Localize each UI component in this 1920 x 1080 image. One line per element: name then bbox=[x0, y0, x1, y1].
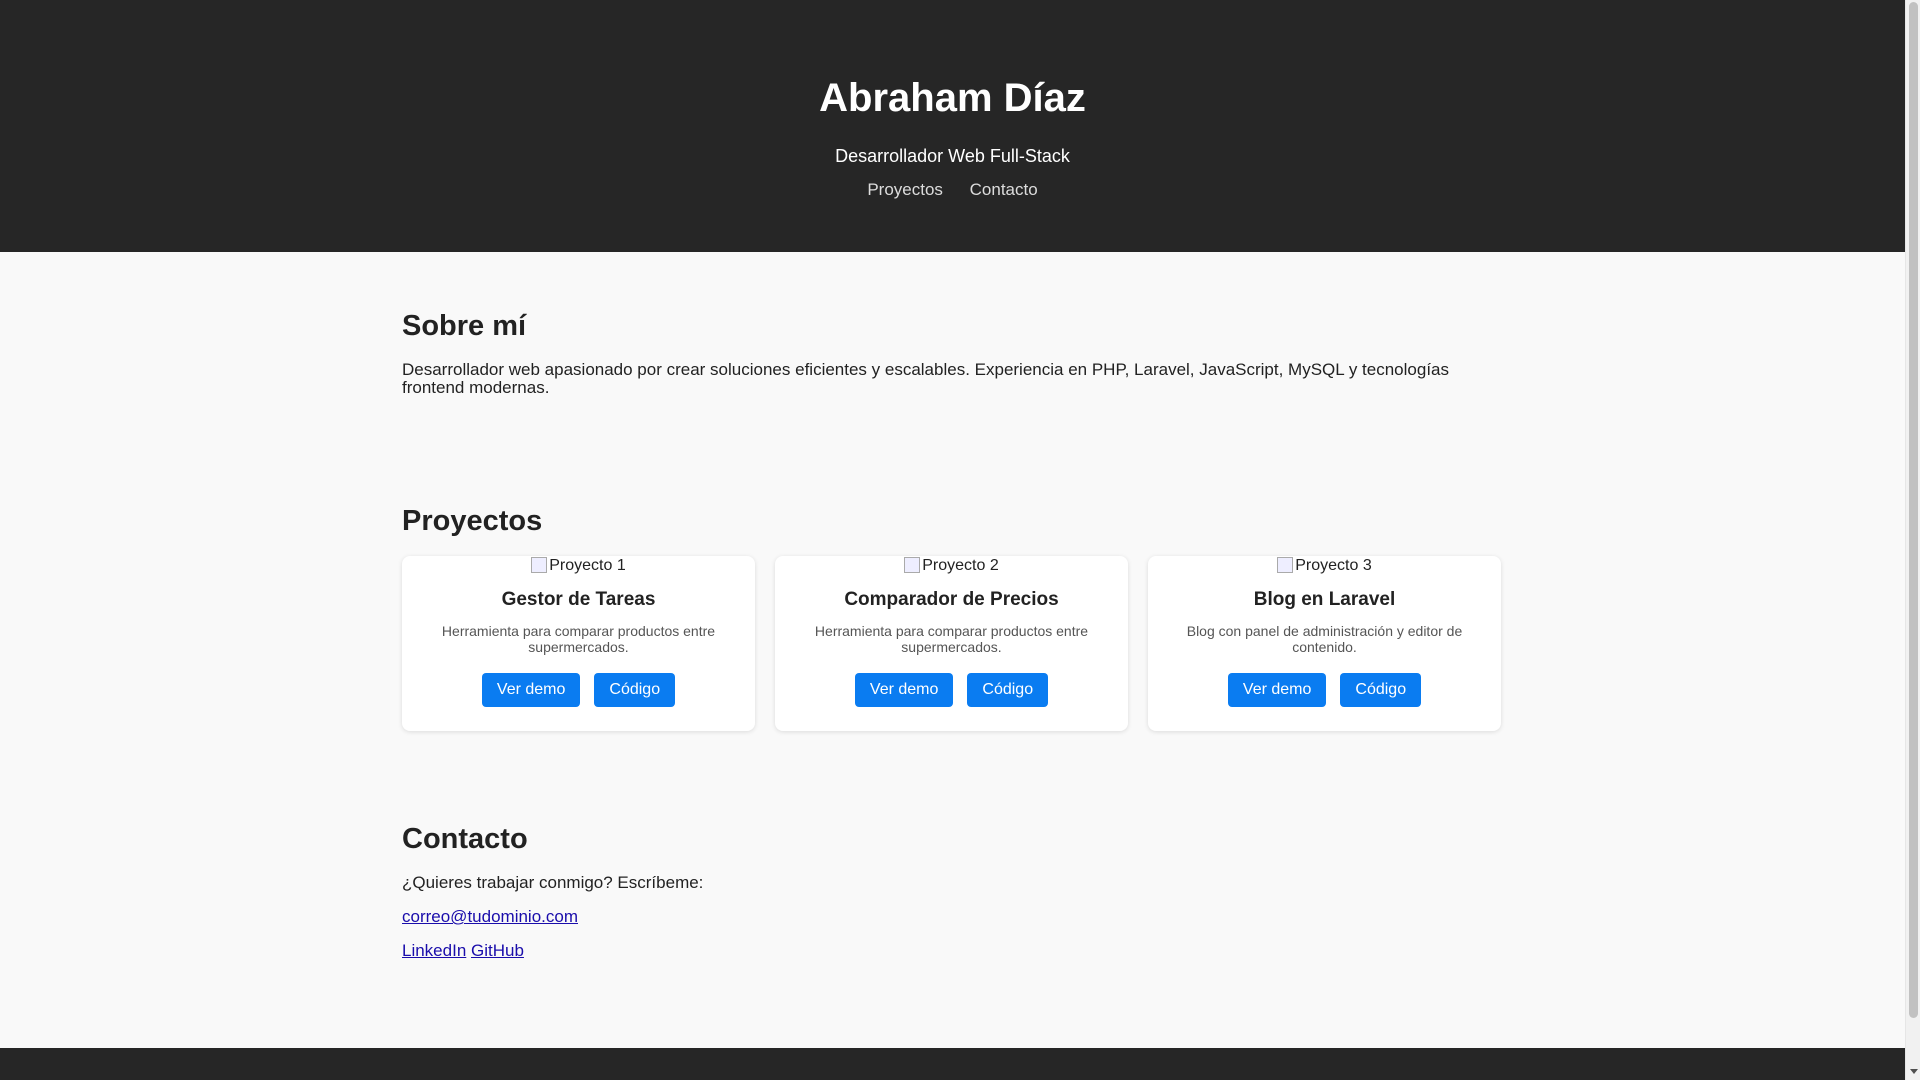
project-actions: Ver demo Código bbox=[803, 673, 1100, 707]
projects-heading: Proyectos bbox=[402, 505, 543, 537]
broken-image-icon bbox=[904, 557, 921, 573]
project-card: Proyecto 2 Comparador de Precios Herrami… bbox=[775, 556, 1128, 731]
code-button[interactable]: Código bbox=[594, 673, 676, 707]
project-card: Proyecto 1 Gestor de Tareas Herramienta … bbox=[402, 556, 755, 731]
contact-section: Contacto ¿Quieres trabajar conmigo? Escr… bbox=[402, 731, 1502, 960]
project-description: Blog con panel de administración y edito… bbox=[1186, 623, 1463, 655]
about-section: Sobre mí Desarrollador web apasionado po… bbox=[402, 252, 1502, 397]
project-description: Herramienta para comparar productos entr… bbox=[814, 623, 1089, 655]
nav-link-proyectos[interactable]: Proyectos bbox=[867, 180, 943, 199]
project-title: Blog en Laravel bbox=[1253, 589, 1396, 610]
about-heading: Sobre mí bbox=[402, 310, 527, 342]
linkedin-link[interactable]: LinkedIn bbox=[402, 941, 466, 960]
project-title: Comparador de Precios bbox=[844, 589, 1059, 610]
project-image-alt: Proyecto 1 bbox=[549, 557, 626, 574]
broken-image-icon bbox=[531, 557, 548, 573]
email-link[interactable]: correo@tudominio.com bbox=[402, 907, 578, 926]
email-row: correo@tudominio.com bbox=[402, 908, 1502, 926]
demo-button[interactable]: Ver demo bbox=[854, 673, 954, 707]
demo-button[interactable]: Ver demo bbox=[1227, 673, 1327, 707]
project-card: Proyecto 3 Blog en Laravel Blog con pane… bbox=[1148, 556, 1501, 731]
project-actions: Ver demo Código bbox=[1176, 673, 1473, 707]
project-image: Proyecto 2 bbox=[904, 557, 999, 575]
demo-button[interactable]: Ver demo bbox=[481, 673, 581, 707]
about-text: Desarrollador web apasionado por crear s… bbox=[402, 360, 1449, 397]
project-actions: Ver demo Código bbox=[430, 673, 727, 707]
scroll-down-arrow-icon[interactable] bbox=[1910, 1069, 1918, 1074]
main-nav: Proyectos Contacto bbox=[0, 180, 1905, 200]
contact-heading: Contacto bbox=[402, 823, 528, 855]
nav-link-contacto[interactable]: Contacto bbox=[970, 180, 1038, 199]
project-description: Herramienta para comparar productos entr… bbox=[441, 623, 716, 655]
projects-section: Proyectos Proyecto 1 Gestor de Tareas He… bbox=[402, 397, 1502, 731]
site-footer bbox=[0, 1048, 1905, 1080]
code-button[interactable]: Código bbox=[1340, 673, 1422, 707]
project-title: Gestor de Tareas bbox=[501, 589, 656, 610]
page: Abraham Díaz Desarrollador Web Full-Stac… bbox=[0, 0, 1905, 1080]
project-image: Proyecto 3 bbox=[1277, 557, 1372, 575]
project-image-alt: Proyecto 3 bbox=[1295, 557, 1372, 574]
vertical-scrollbar[interactable] bbox=[1905, 0, 1920, 1080]
project-image: Proyecto 1 bbox=[531, 557, 626, 575]
site-title: Abraham Díaz bbox=[819, 76, 1086, 120]
scrollbar-thumb[interactable] bbox=[1909, 2, 1918, 1018]
github-link[interactable]: GitHub bbox=[471, 941, 524, 960]
code-button[interactable]: Código bbox=[967, 673, 1049, 707]
social-links: LinkedIn GitHub bbox=[402, 942, 1502, 960]
contact-intro: ¿Quieres trabajar conmigo? Escríbeme: bbox=[402, 873, 704, 892]
broken-image-icon bbox=[1277, 557, 1294, 573]
project-image-alt: Proyecto 2 bbox=[922, 557, 999, 574]
projects-grid: Proyecto 1 Gestor de Tareas Herramienta … bbox=[402, 556, 1502, 731]
site-subtitle: Desarrollador Web Full-Stack bbox=[835, 146, 1070, 166]
site-header: Abraham Díaz Desarrollador Web Full-Stac… bbox=[0, 0, 1905, 252]
